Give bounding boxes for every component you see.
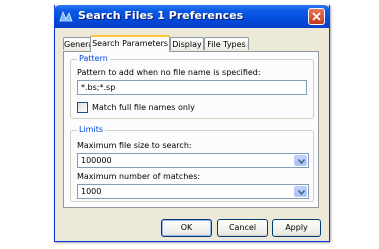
max-file-size-dropdown-button[interactable]: [294, 155, 307, 166]
app-icon: [59, 10, 73, 22]
max-matches-value: 1000: [81, 187, 102, 196]
pattern-input[interactable]: *.bs;*.sp: [77, 80, 307, 95]
max-matches-combo[interactable]: 1000: [77, 184, 309, 199]
max-file-size-label: Maximum file size to search:: [77, 141, 192, 150]
tab-search-parameters[interactable]: Search Parameters: [90, 35, 170, 52]
limits-group-title: Limits: [77, 125, 105, 135]
tab-panel: Pattern Pattern to add when no file name…: [63, 51, 319, 208]
apply-button[interactable]: Apply: [272, 219, 321, 237]
match-full-names-checkbox[interactable]: [77, 102, 88, 113]
ok-button[interactable]: OK: [161, 219, 212, 237]
pattern-group: Pattern Pattern to add when no file name…: [70, 54, 314, 119]
match-full-names-label[interactable]: Match full file names only: [92, 103, 195, 113]
pattern-group-title: Pattern: [77, 54, 110, 64]
close-icon: [312, 12, 321, 21]
max-matches-label: Maximum number of matches:: [77, 172, 201, 181]
max-file-size-combo[interactable]: 100000: [77, 153, 309, 168]
max-file-size-value: 100000: [81, 156, 112, 165]
pattern-field-label: Pattern to add when no file name is spec…: [77, 68, 261, 77]
title-bar[interactable]: Search Files 1 Preferences: [54, 5, 330, 28]
window-title: Search Files 1 Preferences: [78, 9, 244, 22]
tab-general[interactable]: General: [63, 37, 92, 50]
tab-file-types[interactable]: File Types: [204, 37, 249, 50]
limits-group: Limits Maximum file size to search: 1000…: [70, 125, 314, 202]
max-matches-dropdown-button[interactable]: [294, 186, 307, 197]
cancel-button[interactable]: Cancel: [217, 219, 268, 237]
tab-display[interactable]: Display: [170, 37, 204, 50]
chevron-down-icon: [298, 159, 305, 164]
close-button[interactable]: [308, 8, 325, 25]
preferences-dialog: Search Files 1 Preferences General Searc…: [54, 5, 330, 242]
chevron-down-icon: [298, 190, 305, 195]
